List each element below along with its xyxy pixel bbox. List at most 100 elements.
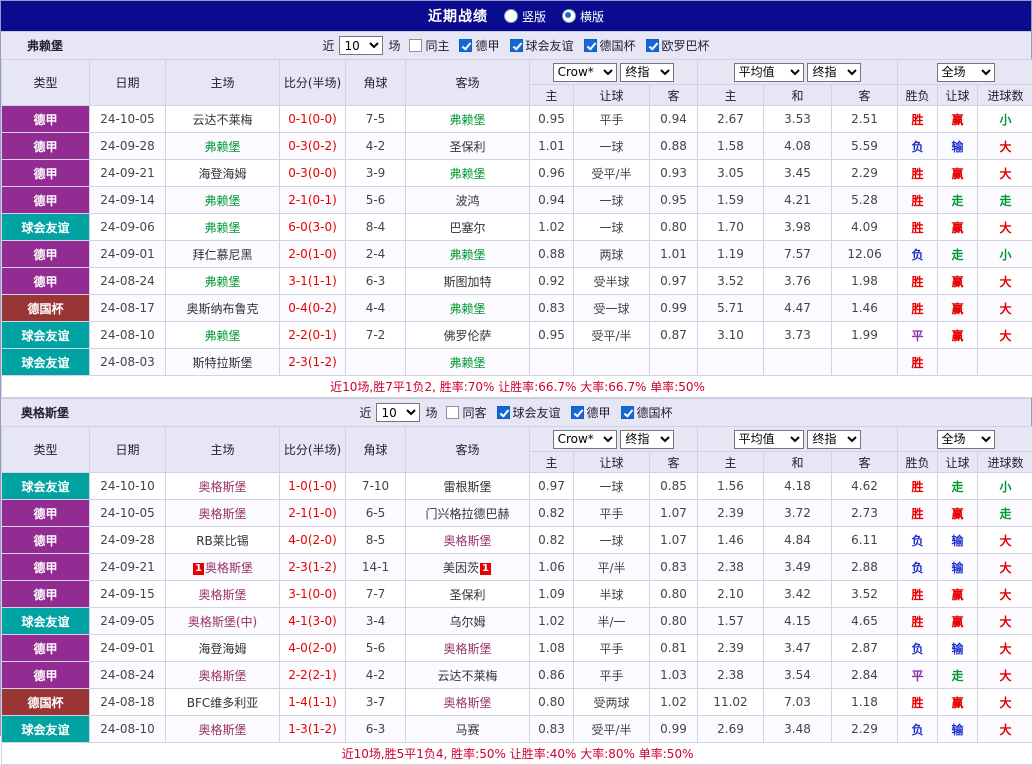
odds-home-cell: 0.97 [530, 473, 574, 500]
avg-home-cell: 2.39 [698, 500, 764, 527]
games-label: 场 [425, 404, 437, 421]
checkbox-checked-icon[interactable] [497, 406, 510, 419]
col-header-odds-home: 主 [530, 452, 574, 473]
match-row: 球会友谊24-10-10奥格斯堡1-0(1-0)7-10雷根斯堡0.97一球0.… [2, 473, 1032, 500]
filter-球会友谊[interactable]: 球会友谊 [497, 404, 561, 421]
radio-horizontal-layout[interactable]: 横版 [562, 8, 604, 25]
avg-select-cell: 平均值 终指 [698, 60, 898, 85]
odds-home-cell: 1.02 [530, 214, 574, 241]
filter-德甲[interactable]: 德甲 [459, 37, 499, 54]
checkbox-unchecked-icon[interactable] [446, 406, 459, 419]
home-team-cell: 奥格斯堡 [166, 500, 280, 527]
date-cell: 24-10-05 [90, 106, 166, 133]
filter-欧罗巴杯[interactable]: 欧罗巴杯 [646, 37, 710, 54]
avg-stage-select[interactable]: 终指 [807, 430, 861, 449]
col-header-odds-home: 主 [530, 85, 574, 106]
filter-德甲[interactable]: 德甲 [571, 404, 611, 421]
avg-stage-select[interactable]: 终指 [807, 63, 861, 82]
team-name: 圣保利 [449, 140, 485, 154]
team-name: 圣保利 [449, 588, 485, 602]
avg-draw-cell: 4.21 [764, 187, 832, 214]
filter-同客[interactable]: 同客 [446, 404, 486, 421]
avg-draw-cell: 4.08 [764, 133, 832, 160]
avg-away-cell: 4.62 [832, 473, 898, 500]
goals-result-cell: 大 [978, 268, 1032, 295]
corner-cell: 4-2 [346, 662, 406, 689]
home-team-cell: 云达不莱梅 [166, 106, 280, 133]
league-cell: 德甲 [2, 635, 90, 662]
odds-source-select[interactable]: Crow* [553, 63, 617, 82]
odds-line-cell: 受平/半 [574, 716, 650, 743]
team-name: 奥格斯堡(中) [188, 615, 257, 629]
odds-line-cell: 半/一 [574, 608, 650, 635]
avg-away-cell: 3.52 [832, 581, 898, 608]
radio-vertical-label: 竖版 [522, 8, 546, 25]
section-team-name: 奥格斯堡 [1, 404, 89, 421]
checkbox-unchecked-icon[interactable] [409, 39, 422, 52]
odds-home-cell: 0.96 [530, 160, 574, 187]
odds-line-cell: 平手 [574, 662, 650, 689]
odds-line-cell: 两球 [574, 241, 650, 268]
filter-德国杯[interactable]: 德国杯 [584, 37, 636, 54]
odds-away-cell: 0.80 [650, 214, 698, 241]
handicap-result-cell: 赢 [938, 268, 978, 295]
odds-line-cell: 一球 [574, 527, 650, 554]
score-cell: 2-3(1-2) [280, 349, 346, 376]
checkbox-checked-icon[interactable] [584, 39, 597, 52]
radio-vertical-layout[interactable]: 竖版 [504, 8, 546, 25]
page-title: 近期战绩 [428, 6, 488, 26]
avg-source-select[interactable]: 平均值 [734, 430, 804, 449]
radio-icon[interactable] [562, 9, 576, 23]
col-header-handicap: 让球 [938, 85, 978, 106]
odds-stage-select[interactable]: 终指 [620, 430, 674, 449]
odds-line-cell: 一球 [574, 133, 650, 160]
home-team-cell: 奥格斯堡(中) [166, 608, 280, 635]
checkbox-checked-icon[interactable] [510, 39, 523, 52]
score-cell: 4-0(2-0) [280, 527, 346, 554]
team-name: 海登海姆 [198, 642, 246, 656]
filter-球会友谊[interactable]: 球会友谊 [510, 37, 574, 54]
match-count-select[interactable]: 10 [376, 403, 420, 422]
avg-select-cell: 平均值 终指 [698, 427, 898, 452]
filter-label: 球会友谊 [526, 37, 574, 54]
score-cell: 0-1(0-0) [280, 106, 346, 133]
score-cell: 2-1(0-1) [280, 187, 346, 214]
odds-line-cell: 受两球 [574, 689, 650, 716]
corner-cell [346, 349, 406, 376]
goals-result-cell: 大 [978, 554, 1032, 581]
odds-home-cell: 1.08 [530, 635, 574, 662]
avg-home-cell: 2.69 [698, 716, 764, 743]
checkbox-checked-icon[interactable] [621, 406, 634, 419]
filter-label: 欧罗巴杯 [662, 37, 710, 54]
date-cell: 24-09-06 [90, 214, 166, 241]
odds-away-cell: 0.81 [650, 635, 698, 662]
filter-德国杯[interactable]: 德国杯 [621, 404, 673, 421]
avg-draw-cell: 4.15 [764, 608, 832, 635]
games-label: 场 [388, 37, 400, 54]
handicap-result-cell: 输 [938, 635, 978, 662]
handicap-result-cell: 输 [938, 716, 978, 743]
league-cell: 德甲 [2, 133, 90, 160]
date-cell: 24-10-05 [90, 500, 166, 527]
col-header-away: 客场 [406, 427, 530, 473]
radio-icon[interactable] [504, 9, 518, 23]
league-cell: 德甲 [2, 554, 90, 581]
scope-select[interactable]: 全场 [937, 63, 995, 82]
team-name: 门兴格拉德巴赫 [425, 507, 509, 521]
checkbox-checked-icon[interactable] [571, 406, 584, 419]
home-team-cell: 弗赖堡 [166, 214, 280, 241]
handicap-result-cell: 走 [938, 187, 978, 214]
checkbox-checked-icon[interactable] [459, 39, 472, 52]
date-cell: 24-10-10 [90, 473, 166, 500]
away-team-cell: 奥格斯堡 [406, 527, 530, 554]
filter-同主[interactable]: 同主 [409, 37, 449, 54]
checkbox-checked-icon[interactable] [646, 39, 659, 52]
odds-source-select[interactable]: Crow* [553, 430, 617, 449]
scope-select[interactable]: 全场 [937, 430, 995, 449]
odds-stage-select[interactable]: 终指 [620, 63, 674, 82]
away-team-cell: 圣保利 [406, 133, 530, 160]
match-count-select[interactable]: 10 [339, 36, 383, 55]
odds-line-cell: 一球 [574, 214, 650, 241]
avg-source-select[interactable]: 平均值 [734, 63, 804, 82]
avg-draw-cell: 3.45 [764, 160, 832, 187]
